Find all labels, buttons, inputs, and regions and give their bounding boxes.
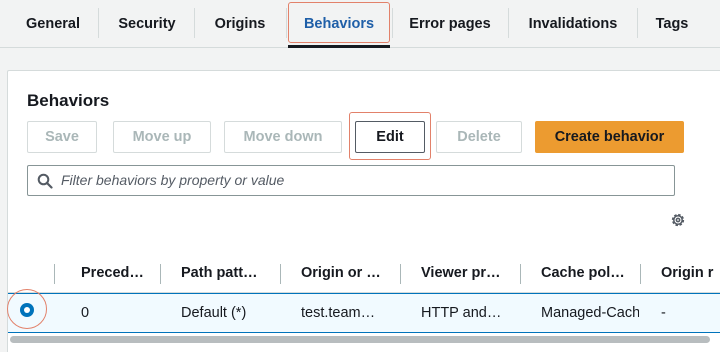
column-precedence[interactable]: Preced… <box>81 254 163 292</box>
edit-highlight-box <box>349 112 431 160</box>
column-divider <box>280 264 281 284</box>
behaviors-panel: Behaviors Save Move up Move down Edit De… <box>7 70 720 352</box>
tab-divider <box>98 8 99 38</box>
horizontal-scrollbar[interactable] <box>10 336 710 343</box>
column-divider <box>54 264 55 284</box>
column-divider <box>640 264 641 284</box>
search-placeholder[interactable]: Filter behaviors by property or value <box>61 166 284 195</box>
cell-cache-policy: Managed-Cachin <box>541 305 639 321</box>
delete-button[interactable]: Delete <box>436 121 522 153</box>
move-down-button[interactable]: Move down <box>224 121 342 153</box>
tab-divider <box>286 8 287 38</box>
tab-bar: General Security Origins Behaviors Error… <box>0 0 720 48</box>
tab-divider <box>392 8 393 38</box>
row-select-radio[interactable] <box>20 303 34 317</box>
tab-error-pages[interactable]: Error pages <box>394 0 506 47</box>
save-button[interactable]: Save <box>27 121 97 153</box>
tab-divider <box>194 8 195 38</box>
column-divider <box>160 264 161 284</box>
column-divider <box>400 264 401 284</box>
column-origin-request[interactable]: Origin r <box>661 254 720 292</box>
tab-invalidations[interactable]: Invalidations <box>510 0 636 47</box>
column-path-pattern[interactable]: Path patt… <box>181 254 285 292</box>
panel-title: Behaviors <box>27 91 110 110</box>
filter-search-field[interactable]: Filter behaviors by property or value <box>27 165 675 196</box>
column-divider <box>520 264 521 284</box>
tab-origins[interactable]: Origins <box>196 0 284 47</box>
column-viewer-protocol[interactable]: Viewer pr… <box>421 254 525 292</box>
table-row[interactable]: 0 Default (*) test.team… HTTP and… Manag… <box>8 293 720 333</box>
tab-highlight-box <box>288 2 390 43</box>
tab-divider <box>637 8 638 38</box>
cell-path-pattern: Default (*) <box>181 305 247 321</box>
tab-general[interactable]: General <box>10 0 96 47</box>
cell-precedence: 0 <box>81 305 90 321</box>
tab-divider <box>508 8 509 38</box>
tab-security[interactable]: Security <box>100 0 194 47</box>
cell-viewer-protocol: HTTP and… <box>421 305 502 321</box>
table-header: Preced… Path patt… Origin or … Viewer pr… <box>8 254 720 292</box>
cell-origin-request: - <box>661 305 666 321</box>
column-cache-policy[interactable]: Cache pol… <box>541 254 645 292</box>
column-origin[interactable]: Origin or … <box>301 254 405 292</box>
active-tab-indicator <box>288 45 390 48</box>
move-up-button[interactable]: Move up <box>113 121 211 153</box>
search-icon <box>37 173 53 189</box>
create-behavior-button[interactable]: Create behavior <box>535 121 684 153</box>
tab-tags[interactable]: Tags <box>639 0 705 47</box>
cell-origin: test.team… <box>301 305 376 321</box>
gear-icon[interactable] <box>669 211 687 229</box>
